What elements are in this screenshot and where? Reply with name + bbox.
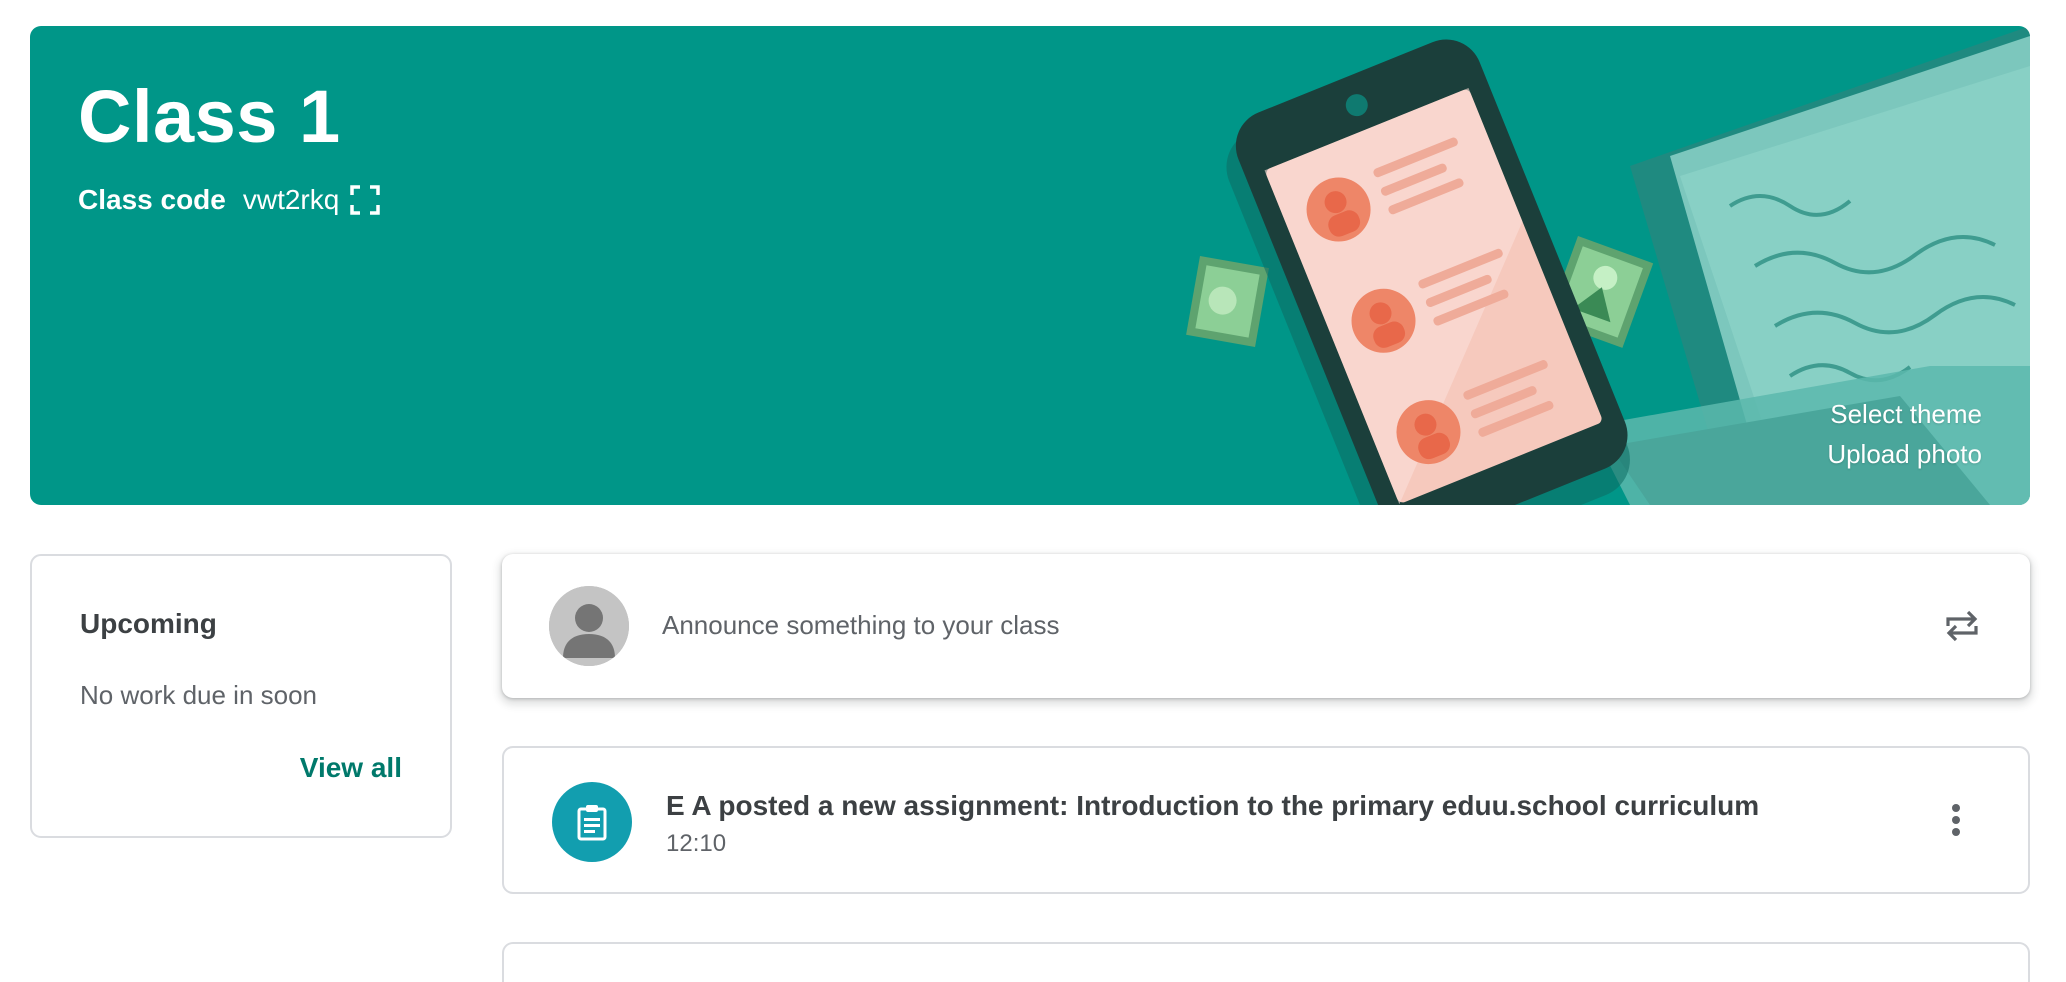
upload-photo-link[interactable]: Upload photo [1827,434,1982,474]
view-all-link[interactable]: View all [300,752,402,784]
class-code-row: Class code vwt2rkq [78,184,381,216]
class-banner: Class 1 Class code vwt2rkq Select theme … [30,26,2030,505]
upcoming-card: Upcoming No work due in soon View all [30,554,452,838]
stream-item[interactable]: E A posted a new assignment: Introductio… [502,746,2030,894]
stream-item-title[interactable]: E A posted a new assignment: Introductio… [666,790,1759,822]
upcoming-title: Upcoming [80,608,217,639]
class-title: Class 1 [78,75,341,158]
stream-item-time: 12:10 [666,830,727,857]
upcoming-empty-text: No work due in soon [80,680,318,710]
announce-placeholder: Announce something to your class [662,610,1060,640]
person-icon [549,586,629,666]
repost-icon[interactable] [1942,606,1982,646]
more-vert-icon[interactable] [1936,800,1976,840]
avatar [549,586,629,666]
fullscreen-icon[interactable] [349,184,381,216]
select-theme-link[interactable]: Select theme [1830,394,1982,434]
assignment-icon [552,782,632,862]
class-code-label: Class code [78,184,226,215]
class-code-value: vwt2rkq [242,184,340,215]
stream-item[interactable] [502,942,2030,982]
banner-actions: Select theme Upload photo [1827,394,1982,474]
announce-box[interactable]: Announce something to your class [502,554,2030,698]
